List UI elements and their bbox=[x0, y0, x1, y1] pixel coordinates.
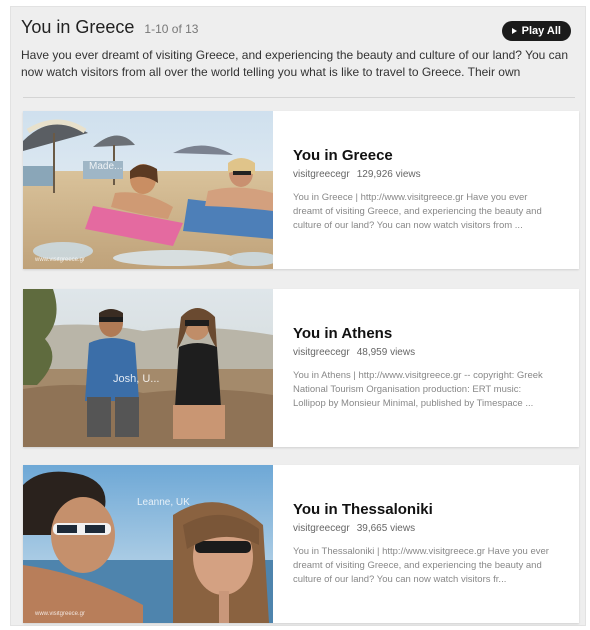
playlist-description: Have you ever dreamt of visiting Greece,… bbox=[21, 48, 569, 79]
view-count: 48,959 views bbox=[356, 347, 416, 358]
video-meta: visitgreecegr 48,959 views bbox=[293, 347, 559, 358]
view-count: 129,926 views bbox=[356, 169, 421, 180]
beach-thumbnail-image bbox=[23, 111, 273, 269]
video-info: You in Athens visitgreecegr 48,959 views … bbox=[273, 289, 579, 447]
playlist-title: You in Greece bbox=[21, 17, 135, 37]
video-meta: visitgreecegr 39,665 views bbox=[293, 523, 559, 534]
video-thumbnail[interactable]: Leanne, UK www.visitgreece.gr bbox=[23, 465, 273, 623]
video-description: You in Thessaloniki | http://www.visitgr… bbox=[293, 546, 549, 585]
thumbnail-overlay-text: Made... bbox=[89, 161, 123, 172]
video-title[interactable]: You in Athens bbox=[293, 325, 559, 342]
channel-name[interactable]: visitgreecegr bbox=[293, 347, 350, 358]
view-count: 39,665 views bbox=[356, 523, 416, 534]
video-description: You in Athens | http://www.visitgreece.g… bbox=[293, 370, 543, 409]
video-title[interactable]: You in Thessaloniki bbox=[293, 501, 559, 518]
video-thumbnail[interactable]: Made... www.visitgreece.gr bbox=[23, 111, 273, 269]
athens-thumbnail-image bbox=[23, 289, 273, 447]
channel-name[interactable]: visitgreecegr bbox=[293, 169, 350, 180]
video-title[interactable]: You in Greece bbox=[293, 147, 559, 164]
thumbnail-watermark: www.visitgreece.gr bbox=[35, 257, 86, 263]
playlist-header: You in Greece 1-10 of 13 Play All Have y… bbox=[21, 17, 577, 81]
video-description: You in Greece | http://www.visitgreece.g… bbox=[293, 192, 542, 231]
thumbnail-overlay-text: Leanne, UK bbox=[137, 497, 190, 508]
video-info: You in Greece visitgreecegr 129,926 views… bbox=[273, 111, 579, 269]
playlist-count: 1-10 of 13 bbox=[144, 22, 199, 36]
play-all-label: Play All bbox=[521, 25, 561, 37]
video-card[interactable]: Made... www.visitgreece.gr You in Greece… bbox=[23, 111, 579, 269]
thumbnail-overlay-text: Josh, U... bbox=[113, 373, 160, 385]
video-card[interactable]: Leanne, UK www.visitgreece.gr You in The… bbox=[23, 465, 579, 623]
divider bbox=[23, 97, 575, 98]
thessaloniki-thumbnail-image bbox=[23, 465, 273, 623]
play-all-button[interactable]: Play All bbox=[501, 21, 571, 41]
thumbnail-watermark: www.visitgreece.gr bbox=[35, 611, 86, 617]
video-card[interactable]: Josh, U... You in Athens visitgreecegr 48… bbox=[23, 289, 579, 447]
playlist-panel: You in Greece 1-10 of 13 Play All Have y… bbox=[10, 6, 586, 626]
title-row: You in Greece 1-10 of 13 bbox=[21, 17, 577, 43]
channel-name[interactable]: visitgreecegr bbox=[293, 523, 350, 534]
video-thumbnail[interactable]: Josh, U... bbox=[23, 289, 273, 447]
video-info: You in Thessaloniki visitgreecegr 39,665 … bbox=[273, 465, 579, 623]
video-meta: visitgreecegr 129,926 views bbox=[293, 169, 559, 180]
play-icon bbox=[511, 28, 517, 34]
